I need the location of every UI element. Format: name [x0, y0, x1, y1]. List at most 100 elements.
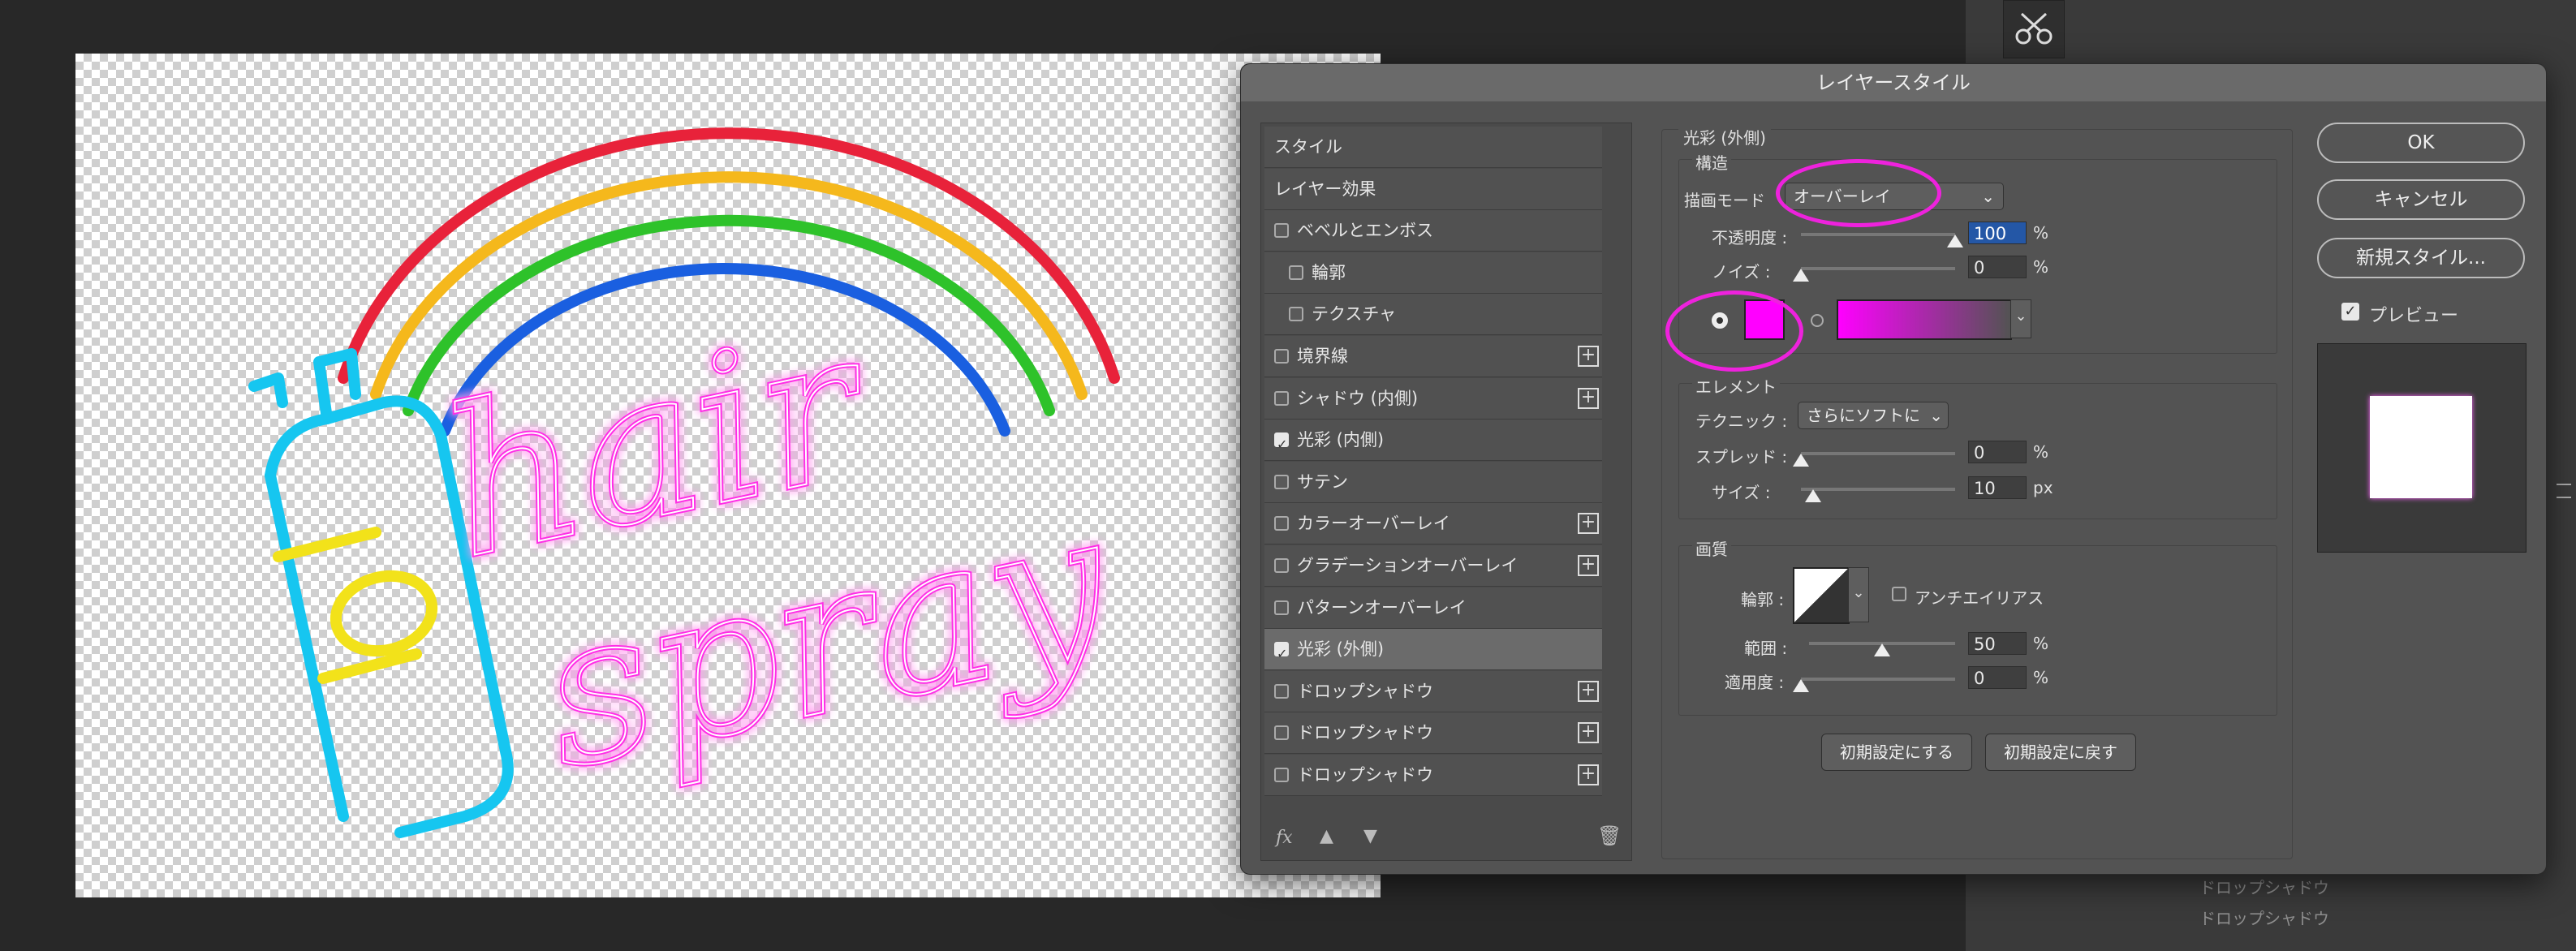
opacity-label: 不透明度 : — [1712, 228, 1788, 247]
dialog-title[interactable]: レイヤースタイル — [1241, 64, 2546, 101]
jitter-slider-thumb[interactable] — [1793, 679, 1809, 692]
range-slider-thumb[interactable] — [1874, 643, 1890, 656]
style-checkbox[interactable] — [1274, 683, 1289, 699]
trash-icon[interactable]: 🗑 — [1597, 824, 1622, 847]
style-item-label: テクスチャ — [1312, 304, 1397, 325]
document-canvas[interactable]: hair spray hair spray — [75, 54, 1381, 897]
style-checkbox[interactable] — [1289, 265, 1303, 280]
style-list-item[interactable]: 境界線 + — [1264, 336, 1602, 377]
style-item-label: 光彩 (外側) — [1297, 639, 1385, 660]
spread-slider[interactable] — [1793, 452, 1955, 467]
chevron-down-icon: ⌄ — [1929, 406, 1943, 425]
style-list-item[interactable]: ドロップシャドウ + — [1264, 712, 1602, 755]
gradient-radio[interactable] — [1811, 314, 1824, 327]
layer-effect-item[interactable]: ドロップシャドウ — [2199, 875, 2329, 898]
size-input[interactable]: 10 — [1968, 476, 2027, 499]
style-checkbox[interactable] — [1274, 558, 1289, 573]
style-list-item[interactable]: ドロップシャドウ + — [1264, 755, 1602, 796]
style-list-item[interactable]: 輪郭 — [1264, 252, 1602, 294]
preview-swatch — [2370, 396, 2472, 498]
ok-button[interactable]: OK — [2317, 123, 2525, 163]
add-effect-icon[interactable]: + — [1578, 387, 1599, 409]
restore-default-button[interactable]: 初期設定に戻す — [1985, 734, 2136, 771]
style-checkbox[interactable] — [1274, 424, 1289, 465]
elements-group: エレメント テクニック : さらにソフトに ⌄ スプレッド : 0 % サイズ … — [1678, 374, 2277, 519]
jitter-label: 適用度 : — [1725, 673, 1785, 692]
outer-glow-panel: 光彩 (外側) 構造 描画モード オーバーレイ ⌄ 不透明度 : 100 % ノ… — [1661, 125, 2293, 859]
arrow-down-icon[interactable]: ▼ — [1363, 826, 1377, 846]
style-list-item[interactable]: 光彩 (外側) — [1264, 629, 1602, 674]
style-item-label: 輪郭 — [1312, 262, 1346, 282]
style-checkbox[interactable] — [1289, 307, 1303, 322]
style-list-item[interactable]: カラーオーバーレイ + — [1264, 503, 1602, 545]
style-list-item[interactable]: シャドウ (内側) + — [1264, 377, 1602, 420]
range-slider[interactable] — [1809, 642, 1955, 656]
opacity-slider[interactable] — [1801, 233, 1963, 247]
style-item-label: ドロップシャドウ — [1297, 681, 1433, 701]
style-list-item[interactable]: ベベルとエンボス — [1264, 210, 1602, 252]
annotation-circle — [1665, 290, 1803, 372]
noise-slider[interactable] — [1793, 267, 1955, 282]
style-checkbox[interactable] — [1274, 474, 1289, 489]
panel-menu-icon[interactable] — [2557, 484, 2571, 498]
add-effect-icon[interactable]: + — [1578, 722, 1599, 744]
style-checkbox[interactable] — [1274, 600, 1289, 615]
style-list-footer: fx ▲ ▼ 🗑 — [1264, 821, 1625, 857]
style-list-item[interactable]: パターンオーバーレイ — [1264, 587, 1602, 629]
arrow-up-icon[interactable]: ▲ — [1320, 826, 1333, 846]
spread-slider-thumb[interactable] — [1793, 454, 1809, 467]
noise-slider-thumb[interactable] — [1793, 269, 1809, 282]
noise-label: ノイズ : — [1712, 262, 1771, 282]
add-effect-icon[interactable]: + — [1578, 764, 1599, 785]
range-unit: % — [2033, 634, 2049, 653]
style-item-label: 境界線 — [1297, 346, 1348, 366]
size-slider-thumb[interactable] — [1805, 489, 1822, 502]
preview-checkbox[interactable]: ✓ — [2341, 303, 2359, 321]
style-list-item[interactable]: グラデーションオーバーレイ + — [1264, 545, 1602, 587]
style-checkbox[interactable] — [1274, 768, 1289, 782]
layer-effect-item[interactable]: ドロップシャドウ — [2199, 906, 2329, 929]
chevron-down-icon[interactable]: ⌄ — [2010, 299, 2031, 338]
add-effect-icon[interactable]: + — [1578, 555, 1599, 576]
size-unit: px — [2033, 478, 2053, 497]
style-checkbox[interactable] — [1274, 349, 1289, 364]
spread-unit: % — [2033, 442, 2049, 462]
technique-label: テクニック : — [1695, 411, 1788, 431]
contour-preview[interactable] — [1793, 567, 1850, 624]
contour-label: 輪郭 : — [1741, 590, 1785, 609]
spread-input[interactable]: 0 — [1968, 441, 2027, 463]
reset-default-button[interactable]: 初期設定にする — [1821, 734, 1972, 771]
opacity-input[interactable]: 100 — [1968, 222, 2027, 244]
style-checkbox[interactable] — [1274, 725, 1289, 741]
opacity-slider-thumb[interactable] — [1947, 235, 1963, 247]
gradient-picker[interactable] — [1837, 299, 2012, 340]
style-list-item[interactable]: テクスチャ — [1264, 294, 1602, 336]
antialias-checkbox[interactable] — [1892, 587, 1906, 601]
cancel-button[interactable]: キャンセル — [2317, 179, 2525, 220]
style-list-item[interactable]: レイヤー効果 — [1264, 168, 1602, 210]
style-list-item[interactable]: 光彩 (内側) — [1264, 420, 1602, 465]
jitter-slider[interactable] — [1793, 678, 1955, 692]
add-effect-icon[interactable]: + — [1578, 346, 1599, 367]
jitter-input[interactable]: 0 — [1968, 666, 2027, 689]
new-style-button[interactable]: 新規スタイル... — [2317, 238, 2525, 278]
chevron-down-icon[interactable]: ⌄ — [1848, 567, 1869, 622]
scissors-icon[interactable] — [2004, 1, 2064, 58]
size-slider[interactable] — [1801, 488, 1955, 502]
range-input[interactable]: 50 — [1968, 632, 2027, 655]
tool-strip[interactable] — [2003, 0, 2065, 58]
style-checkbox[interactable] — [1274, 223, 1289, 239]
technique-select[interactable]: さらにソフトに ⌄ — [1798, 402, 1949, 429]
style-item-label: スタイル — [1274, 137, 1342, 157]
style-checkbox[interactable] — [1274, 634, 1289, 674]
style-list-item[interactable]: スタイル — [1264, 127, 1602, 168]
noise-input[interactable]: 0 — [1968, 256, 2027, 278]
style-checkbox[interactable] — [1274, 390, 1289, 406]
add-effect-icon[interactable]: + — [1578, 513, 1599, 535]
style-list-item[interactable]: サテン — [1264, 461, 1602, 503]
fx-icon[interactable]: fx — [1276, 828, 1293, 848]
add-effect-icon[interactable]: + — [1578, 680, 1599, 702]
style-list-item[interactable]: ドロップシャドウ + — [1264, 670, 1602, 712]
panel-title: 光彩 (外側) — [1678, 125, 1771, 148]
style-checkbox[interactable] — [1274, 516, 1289, 531]
